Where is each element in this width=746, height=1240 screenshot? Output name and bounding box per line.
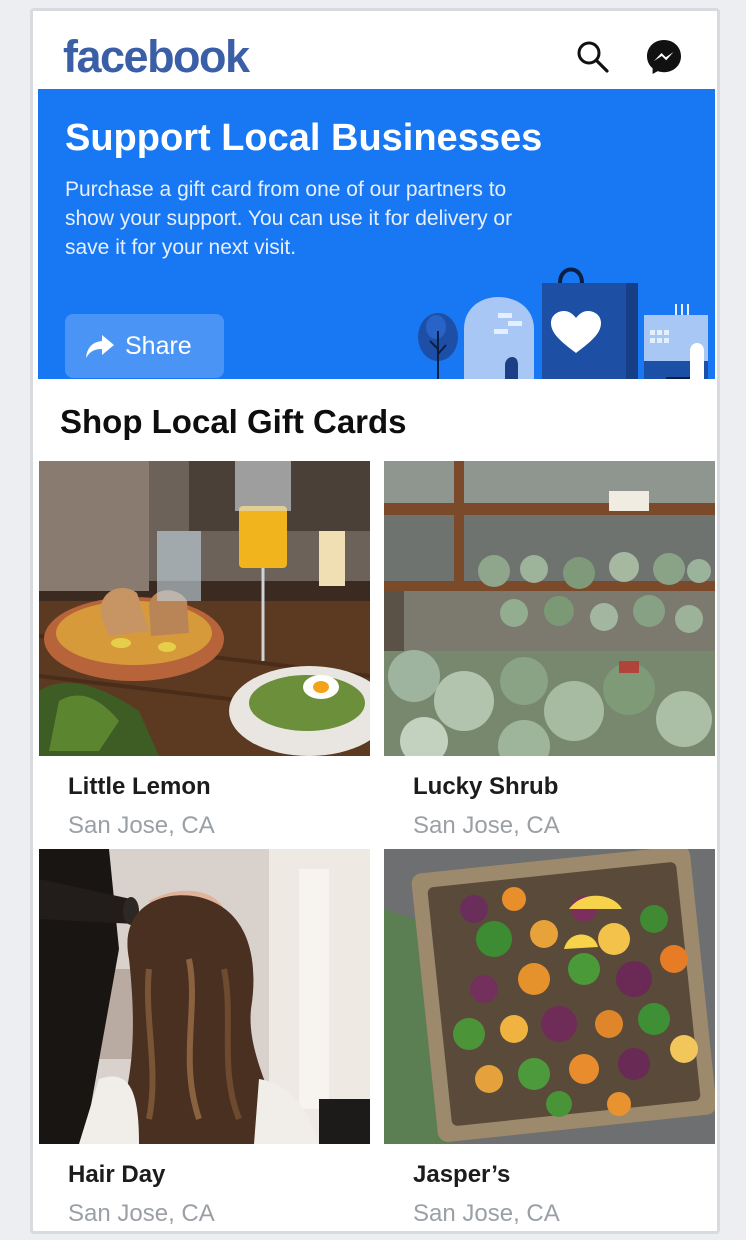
business-location: San Jose, CA	[413, 812, 560, 839]
business-name: Hair Day	[68, 1161, 166, 1188]
business-location: San Jose, CA	[413, 1200, 560, 1227]
hair-styling-photo	[39, 849, 370, 1144]
local-shops-illustration	[418, 267, 708, 379]
gift-card-little-lemon[interactable]: Little Lemon San Jose, CA	[39, 461, 370, 839]
facebook-logo[interactable]: facebook	[63, 31, 250, 83]
roasted-vegetables-photo	[384, 849, 715, 1144]
business-name: Jasper’s	[413, 1161, 511, 1188]
share-arrow-icon	[85, 333, 115, 359]
succulent-plants-photo	[384, 461, 715, 756]
search-icon[interactable]	[573, 37, 613, 77]
business-name: Lucky Shrub	[413, 773, 559, 800]
business-name: Little Lemon	[68, 773, 211, 800]
screen: facebook Support Local Businesses Purcha…	[38, 11, 715, 1231]
gift-card-hair-day[interactable]: Hair Day San Jose, CA	[39, 849, 370, 1227]
banner-title: Support Local Businesses	[65, 117, 543, 159]
support-local-banner: Support Local Businesses Purchase a gift…	[38, 89, 715, 379]
phone-frame: facebook Support Local Businesses Purcha…	[30, 8, 720, 1234]
gift-card-lucky-shrub[interactable]: Lucky Shrub San Jose, CA	[384, 461, 715, 839]
share-button[interactable]: Share	[65, 314, 224, 378]
business-location: San Jose, CA	[68, 1200, 215, 1227]
gift-card-jaspers[interactable]: Jasper’s San Jose, CA	[384, 849, 715, 1227]
share-label: Share	[125, 331, 192, 360]
messenger-icon[interactable]	[644, 37, 684, 77]
brunch-plates-photo	[39, 461, 370, 756]
business-location: San Jose, CA	[68, 812, 215, 839]
top-bar: facebook	[38, 11, 715, 89]
section-title: Shop Local Gift Cards	[60, 403, 407, 440]
